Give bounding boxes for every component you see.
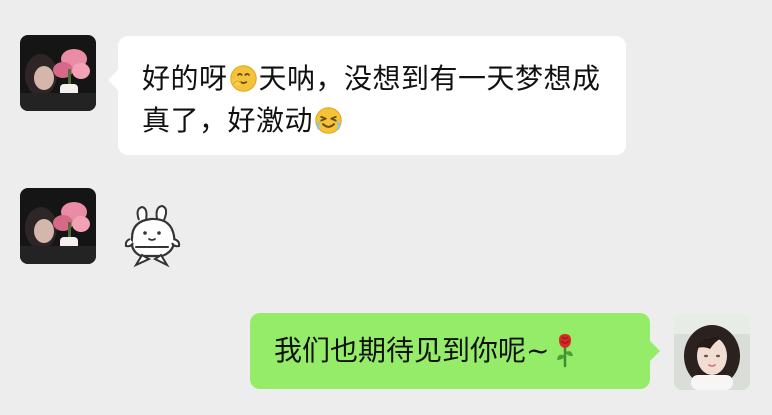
rose-emoji-icon <box>553 332 577 368</box>
bunny-sticker-icon <box>124 204 181 268</box>
avatar-image <box>20 188 96 264</box>
avatar[interactable] <box>20 188 96 264</box>
avatar-image <box>20 35 96 111</box>
incoming-message-bubble[interactable]: 好的呀 天呐，没想到有一天梦想成真了，好激动 <box>108 36 626 155</box>
outgoing-message-bubble[interactable]: 我们也期待见到你呢~ <box>250 313 660 389</box>
outgoing-message-text: 我们也期待见到你呢~ <box>274 331 577 371</box>
self-avatar[interactable] <box>674 314 750 390</box>
incoming-message-text: 好的呀 天呐，没想到有一天梦想成真了，好激动 <box>142 58 604 142</box>
self-avatar-image <box>674 314 750 390</box>
smirk-hand-emoji-icon <box>229 64 258 93</box>
chat-thread: 好的呀 天呐，没想到有一天梦想成真了，好激动 我们也期待见到你呢~ <box>0 0 772 415</box>
avatar[interactable] <box>20 35 96 111</box>
laugh-cry-emoji-icon <box>314 106 343 135</box>
bunny-sticker[interactable] <box>122 204 192 268</box>
outgoing-message-content: 我们也期待见到你呢~ <box>274 334 550 367</box>
message-part-1: 好的呀 <box>142 62 228 95</box>
